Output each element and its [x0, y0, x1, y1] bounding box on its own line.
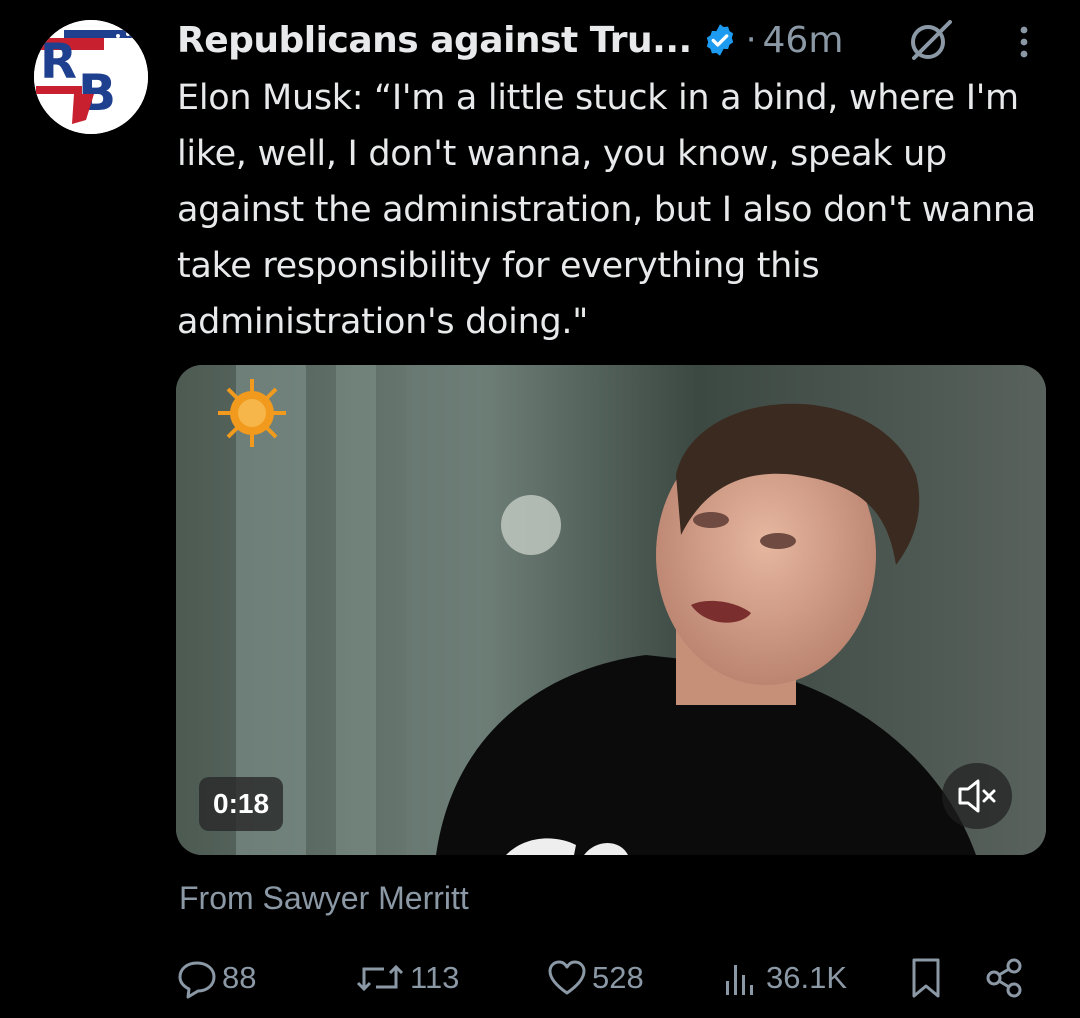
avatar-logo: R B	[34, 20, 148, 134]
like-button[interactable]: 528	[546, 948, 644, 1008]
view-count: 36.1K	[766, 960, 848, 995]
share-icon	[986, 958, 1022, 998]
video-source[interactable]: From Sawyer Merritt	[179, 880, 469, 917]
grok-icon[interactable]	[906, 16, 954, 64]
like-icon	[548, 960, 586, 995]
video-duration: 0:18	[199, 777, 284, 831]
repost-count: 113	[410, 960, 460, 995]
mute-button[interactable]	[942, 763, 1012, 829]
share-button[interactable]	[984, 948, 1026, 1008]
repost-button[interactable]: 113	[354, 948, 459, 1008]
video-player[interactable]: 0:18	[176, 365, 1046, 855]
reply-button[interactable]: 88	[176, 948, 256, 1008]
verified-badge-icon	[706, 24, 733, 56]
bookmark-icon	[912, 958, 940, 998]
bookmark-button[interactable]	[906, 948, 946, 1008]
views-button[interactable]: 36.1K	[722, 948, 847, 1008]
tweet-text: Elon Musk: “I'm a little stuck in a bind…	[177, 78, 1036, 342]
reply-icon	[178, 961, 216, 999]
action-bar: 88 113 528 36.1K	[0, 948, 1080, 1008]
video-frame	[176, 365, 1046, 855]
author-name[interactable]: Republicans against Tru...	[177, 20, 692, 61]
like-count: 528	[592, 960, 644, 995]
reply-count: 88	[222, 960, 257, 995]
mute-icon	[958, 779, 996, 813]
tweet-header: Republicans against Tru... · 46m	[177, 14, 843, 66]
svg-text:R: R	[40, 34, 77, 90]
more-icon[interactable]	[1006, 22, 1042, 62]
repost-icon	[356, 964, 404, 992]
dot-separator: ·	[745, 20, 757, 60]
timestamp[interactable]: 46m	[763, 20, 844, 61]
views-icon	[726, 965, 753, 995]
avatar[interactable]: R B	[34, 20, 148, 134]
